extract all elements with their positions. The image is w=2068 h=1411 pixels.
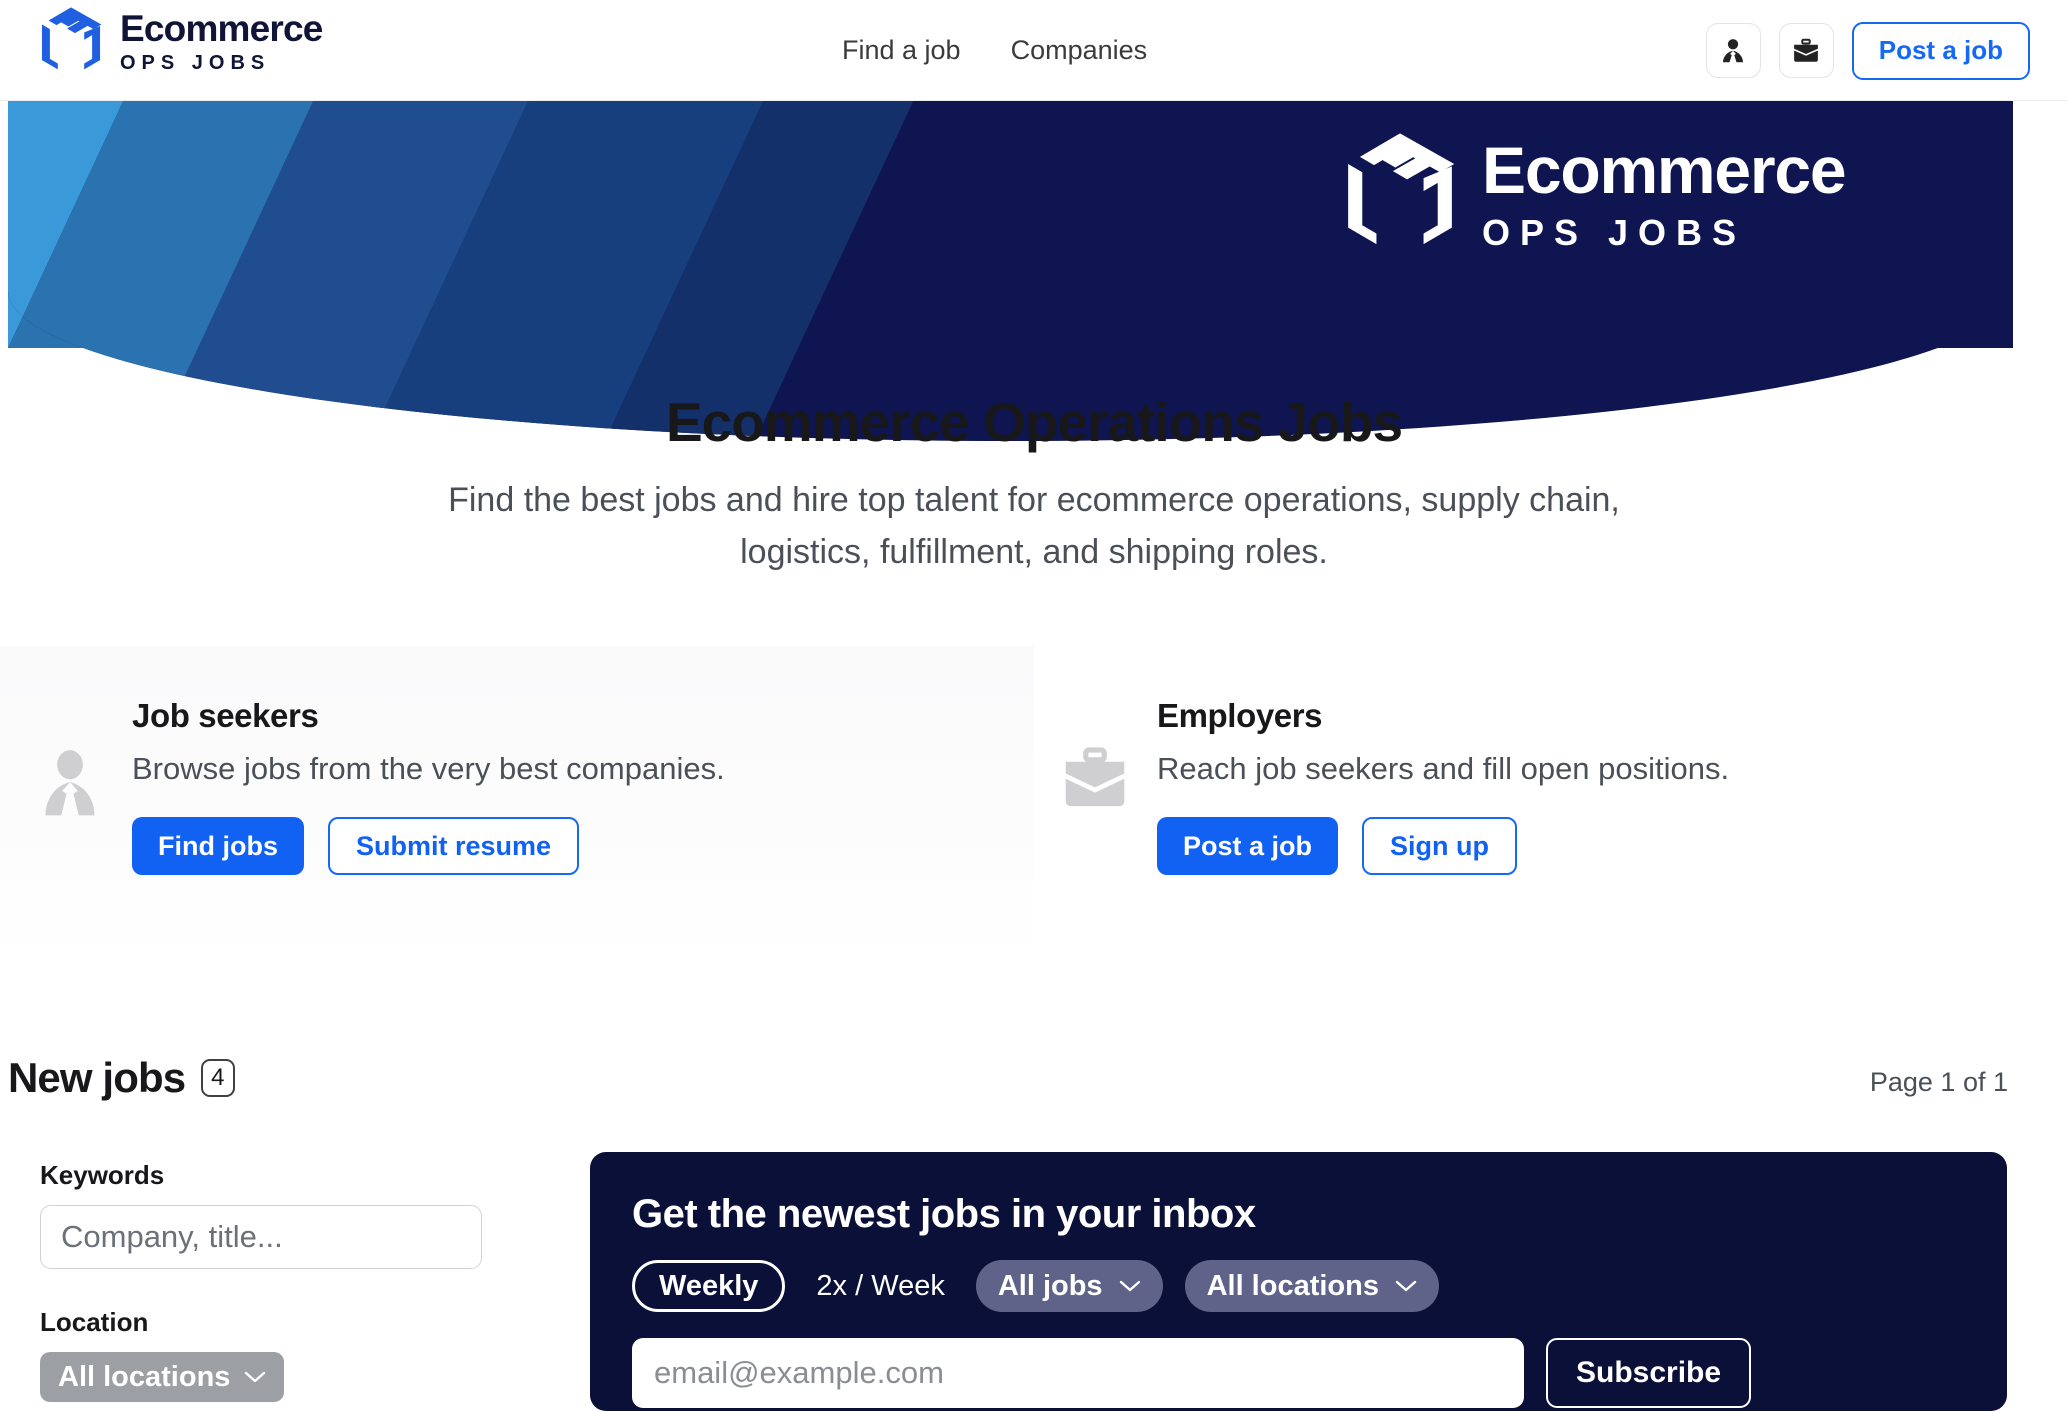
newsletter-controls: Weekly 2x / Week All jobs All locations — [632, 1260, 1965, 1312]
newsletter-title: Get the newest jobs in your inbox — [632, 1192, 1256, 1236]
banner-brand-title: Ecommerce — [1482, 132, 1847, 207]
briefcase-icon — [1065, 747, 1125, 807]
job-seekers-actions: Find jobs Submit resume — [132, 817, 725, 876]
frequency-weekly-option[interactable]: Weekly — [632, 1260, 786, 1312]
location-select[interactable]: All locations — [40, 1352, 285, 1403]
brand-wordmark: Ecommerce OPS JOBS — [120, 10, 323, 77]
brand-logo[interactable]: Ecommerce OPS JOBS — [38, 6, 323, 80]
employers-description: Reach job seekers and fill open position… — [1157, 751, 1730, 787]
frequency-twice-weekly-option[interactable]: 2x / Week — [807, 1260, 953, 1312]
newsletter-jobs-filter-value: All jobs — [997, 1269, 1103, 1302]
job-seekers-description: Browse jobs from the very best companies… — [132, 751, 725, 787]
sign-up-button[interactable]: Sign up — [1362, 817, 1517, 876]
keywords-input[interactable] — [40, 1205, 482, 1270]
chevron-down-icon — [1395, 1280, 1417, 1292]
newsletter-email-input[interactable] — [632, 1338, 1524, 1408]
newsletter-locations-filter[interactable]: All locations — [1184, 1260, 1439, 1312]
primary-nav: Find a job Companies — [842, 0, 1147, 101]
employers-heading: Employers — [1157, 697, 1323, 734]
cube-logo-icon — [41, 7, 102, 70]
location-select-value: All locations — [58, 1360, 231, 1393]
page-subtitle: Find the best jobs and hire top talent f… — [448, 481, 1620, 571]
nav-item-find-a-job[interactable]: Find a job — [842, 35, 961, 66]
newsletter-locations-filter-value: All locations — [1206, 1269, 1379, 1302]
subscribe-button[interactable]: Subscribe — [1546, 1338, 1752, 1408]
post-a-job-button[interactable]: Post a job — [1851, 21, 2030, 80]
find-jobs-button[interactable]: Find jobs — [132, 817, 304, 876]
brand-title: Ecommerce — [120, 7, 323, 49]
new-jobs-heading: New jobs — [8, 1054, 186, 1101]
employers-card: Employers Reach job seekers and fill ope… — [1034, 646, 2068, 960]
filters-sidebar: Keywords Location All locations — [40, 1160, 490, 1403]
newsletter-panel: Get the newest jobs in your inbox Weekly… — [590, 1152, 2007, 1411]
banner-logo: Ecommerce OPS JOBS — [1340, 131, 1847, 263]
site-header: Ecommerce OPS JOBS Find a job Companies — [0, 0, 2068, 101]
banner-wordmark: Ecommerce OPS JOBS — [1482, 132, 1847, 258]
page-root: Ecommerce OPS JOBS Find a job Companies — [0, 0, 2068, 1411]
job-seekers-card: Job seekers Browse jobs from the very be… — [0, 646, 1034, 960]
brand-subtitle: OPS JOBS — [120, 51, 271, 74]
header-actions: Post a job — [1705, 0, 2030, 101]
page-title: Ecommerce Operations Jobs — [665, 391, 1403, 453]
chevron-down-icon — [1119, 1280, 1140, 1292]
nav-item-companies[interactable]: Companies — [1011, 35, 1148, 66]
new-jobs-count-badge: 4 — [201, 1059, 235, 1098]
job-seekers-body: Job seekers Browse jobs from the very be… — [130, 697, 725, 876]
hero-section: Ecommerce OPS JOBS Ecommerce Operations … — [0, 101, 2068, 646]
new-jobs-header: New jobs 4 Page 1 of 1 — [0, 1054, 2068, 1125]
submit-resume-button[interactable]: Submit resume — [327, 817, 580, 876]
employers-icon-wrap — [1035, 698, 1155, 816]
post-a-job-card-button[interactable]: Post a job — [1157, 817, 1339, 876]
new-jobs-title-group: New jobs 4 — [8, 1054, 235, 1101]
newsletter-form: Subscribe — [632, 1338, 1965, 1408]
location-label: Location — [40, 1307, 149, 1338]
chevron-down-icon — [245, 1372, 266, 1383]
audience-cards: Job seekers Browse jobs from the very be… — [0, 646, 2068, 960]
keywords-label: Keywords — [40, 1160, 165, 1190]
cube-logo-icon — [1348, 133, 1455, 245]
profile-button[interactable] — [1705, 23, 1761, 78]
employers-actions: Post a job Sign up — [1157, 817, 1729, 876]
employers-body: Employers Reach job seekers and fill ope… — [1155, 697, 1730, 876]
hero-text: Ecommerce Operations Jobs Find the best … — [0, 389, 2068, 578]
page-indicator: Page 1 of 1 — [1869, 1067, 2008, 1097]
job-seekers-heading: Job seekers — [132, 697, 319, 734]
person-icon — [45, 750, 95, 816]
banner-brand-subtitle: OPS JOBS — [1482, 211, 1747, 253]
newsletter-jobs-filter[interactable]: All jobs — [975, 1260, 1163, 1312]
briefcase-icon — [1794, 38, 1819, 62]
person-icon — [1723, 38, 1744, 62]
job-seekers-icon-wrap — [10, 698, 130, 827]
employer-dashboard-button[interactable] — [1778, 23, 1834, 78]
